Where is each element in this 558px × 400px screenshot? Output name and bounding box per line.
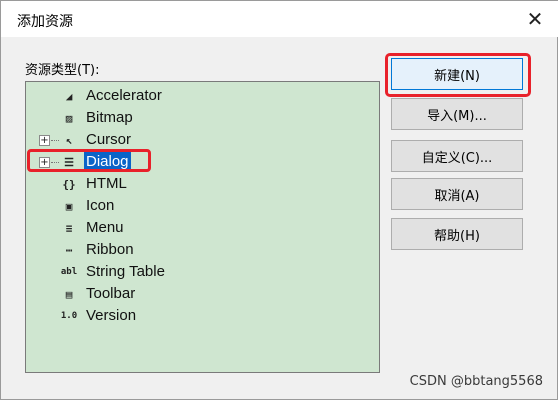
tree-connector [51, 140, 59, 141]
tree-item-label: Icon [86, 197, 115, 214]
new-button[interactable]: 新建(N) [391, 58, 523, 90]
tree-item-label: Bitmap [86, 109, 133, 126]
bitmap-icon: ▨ [65, 111, 73, 125]
tree-item-label: HTML [86, 175, 127, 192]
add-resource-dialog: 添加资源 ✕ 资源类型(T): ◢ Accelerator ▨ Bitmap +… [0, 0, 558, 400]
help-button[interactable]: 帮助(H) [391, 218, 523, 250]
expand-icon[interactable]: + [39, 157, 50, 168]
resource-type-tree[interactable]: ◢ Accelerator ▨ Bitmap + ↖ Cursor + ☰ Di… [25, 81, 380, 373]
tree-item-icon[interactable]: ▣ Icon [26, 195, 366, 217]
accelerator-icon: ◢ [65, 89, 73, 103]
string-table-icon: abl [60, 267, 78, 277]
tree-item-label: Version [86, 307, 137, 324]
tree-item-cursor[interactable]: + ↖ Cursor [26, 129, 366, 151]
ribbon-icon: ⋯ [65, 243, 73, 257]
tree-item-label: Dialog [84, 152, 131, 172]
title-bar: 添加资源 ✕ [1, 1, 558, 37]
tree-item-version[interactable]: 1.0 Version [26, 305, 366, 327]
html-icon: {} [62, 177, 76, 191]
tree-item-label: Cursor [86, 131, 132, 148]
tree-item-label: Menu [86, 219, 124, 236]
tree-item-label: Accelerator [86, 87, 162, 104]
dialog-icon: ☰ [64, 155, 74, 169]
menu-icon: ≡ [65, 221, 73, 235]
tree-item-menu[interactable]: ≡ Menu [26, 217, 366, 239]
import-button[interactable]: 导入(M)... [391, 98, 523, 130]
cursor-icon: ↖ [65, 133, 73, 147]
tree-item-html[interactable]: {} HTML [26, 173, 366, 195]
toolbar-icon: ▤ [65, 287, 73, 301]
cancel-button[interactable]: 取消(A) [391, 178, 523, 210]
tree-item-toolbar[interactable]: ▤ Toolbar [26, 283, 366, 305]
tree-item-accelerator[interactable]: ◢ Accelerator [26, 85, 366, 107]
tree-item-string-table[interactable]: abl String Table [26, 261, 366, 283]
resource-type-label: 资源类型(T): [25, 63, 100, 78]
dialog-title: 添加资源 [17, 14, 73, 30]
watermark: CSDN @bbtang5568 [409, 374, 543, 389]
expand-icon[interactable]: + [39, 135, 50, 146]
close-icon[interactable]: ✕ [521, 6, 549, 32]
tree-item-dialog[interactable]: + ☰ Dialog [26, 151, 366, 173]
tree-item-label: Toolbar [86, 285, 136, 302]
tree-item-bitmap[interactable]: ▨ Bitmap [26, 107, 366, 129]
tree-item-ribbon[interactable]: ⋯ Ribbon [26, 239, 366, 261]
version-icon: 1.0 [60, 311, 78, 321]
tree-connector [51, 162, 59, 163]
tree-item-label: String Table [86, 263, 165, 280]
tree-item-label: Ribbon [86, 241, 134, 258]
custom-button[interactable]: 自定义(C)... [391, 140, 523, 172]
icon-resource-icon: ▣ [65, 199, 73, 213]
